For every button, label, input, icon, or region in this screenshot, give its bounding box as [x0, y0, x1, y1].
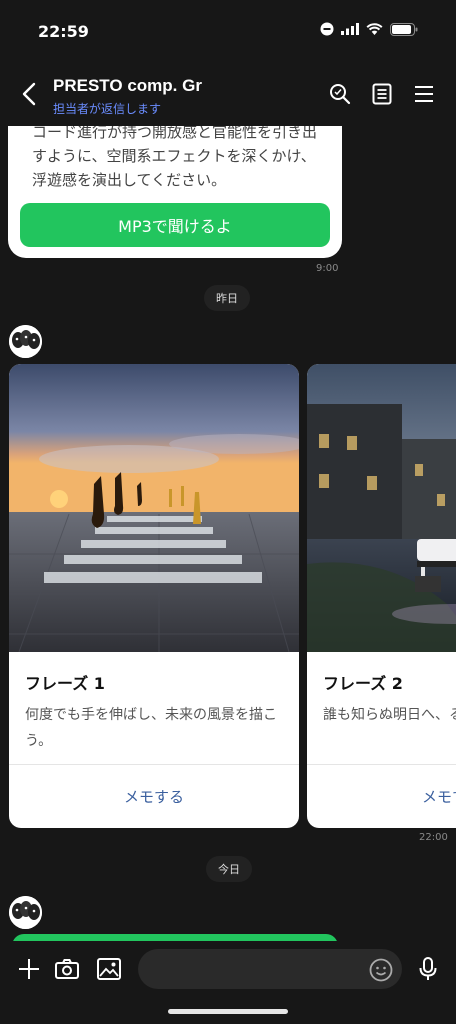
chat-header: PRESTO comp. Gr 担当者が返信します: [0, 62, 456, 126]
status-bar: 22:59: [0, 0, 456, 62]
camera-icon: [55, 959, 79, 979]
home-indicator: [168, 1009, 288, 1014]
search-icon: [330, 84, 351, 105]
hamburger-menu-icon: [415, 86, 433, 102]
card-title: フレーズ 1: [25, 674, 105, 693]
add-button[interactable]: [15, 955, 43, 983]
focus-mode-icon: [320, 22, 334, 36]
card-title: フレーズ 2: [323, 674, 403, 693]
menu-button[interactable]: [410, 80, 438, 108]
avatar[interactable]: [9, 325, 42, 358]
cellular-signal-icon: [341, 23, 359, 35]
plus-icon: [19, 959, 39, 979]
battery-icon: [390, 22, 418, 36]
avatar[interactable]: [9, 896, 42, 929]
message-text: コード進行が持つ開放感と官能性を引き出すように、空間系エフェクトを深くかけ、浮遊…: [32, 126, 318, 189]
cards-time: 22:00: [419, 832, 448, 843]
back-button[interactable]: [14, 78, 44, 110]
memo-button[interactable]: メモする: [307, 765, 456, 828]
saxophone-stairs-image: [9, 364, 299, 652]
wifi-icon: [366, 23, 383, 35]
message-bubble[interactable]: コード進行が持つ開放感と官能性を引き出すように、空間系エフェクトを深くかけ、浮遊…: [8, 126, 342, 258]
search-button[interactable]: [326, 80, 354, 108]
message-bubble-partial[interactable]: [12, 934, 338, 941]
card-description: 何度でも手を伸ばし、未来の風景を描こう。: [25, 707, 277, 749]
status-time: 22:59: [38, 22, 89, 41]
avatar-image-icon: [9, 325, 42, 358]
photo-button[interactable]: [95, 955, 123, 983]
voice-button[interactable]: [414, 955, 442, 983]
image-icon: [97, 958, 121, 980]
message-input[interactable]: [138, 949, 402, 989]
chat-subtitle: 担当者が返信します: [53, 102, 162, 116]
carousel-card-2[interactable]: フレーズ 2 誰も知らぬ明日へ、る。 メモする: [307, 364, 456, 828]
message-time: 9:00: [316, 263, 339, 274]
message-input-bar: [0, 941, 456, 1024]
date-divider-yesterday: 昨日: [204, 285, 250, 311]
microphone-icon: [419, 957, 437, 980]
emoji-button[interactable]: [368, 957, 394, 983]
ruined-street-piano-image: [307, 364, 456, 652]
chat-title: PRESTO comp. Gr: [53, 76, 202, 95]
note-icon: [372, 83, 392, 105]
carousel-card-1[interactable]: フレーズ 1 何度でも手を伸ばし、未来の風景を描こう。 メモする: [9, 364, 299, 828]
mp3-listen-button[interactable]: MP3で聞けるよ: [20, 203, 330, 247]
chat-message-list[interactable]: コード進行が持つ開放感と官能性を引き出すように、空間系エフェクトを深くかけ、浮遊…: [0, 126, 456, 941]
smiley-icon: [369, 958, 393, 982]
memo-button[interactable]: メモする: [9, 765, 299, 828]
date-divider-today: 今日: [206, 856, 252, 882]
notes-button[interactable]: [368, 80, 396, 108]
camera-button[interactable]: [53, 955, 81, 983]
status-icons: [320, 22, 418, 36]
card-description: 誰も知らぬ明日へ、る。: [323, 707, 456, 723]
chevron-left-icon: [22, 82, 36, 106]
avatar-image-icon: [9, 896, 42, 929]
